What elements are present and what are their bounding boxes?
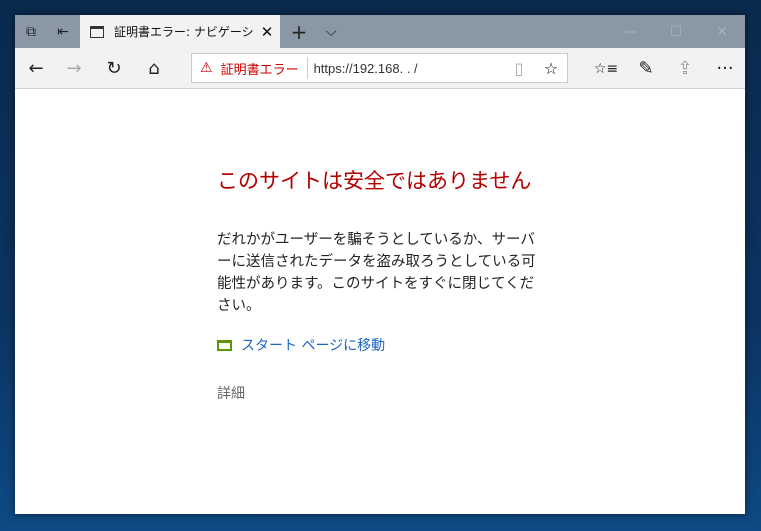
start-page-label: スタート ページに移動 (241, 338, 386, 354)
description-line: 能性があります。このサイトをすぐに閉じてくだ (217, 276, 535, 292)
url-text[interactable]: https://192.168. . / (308, 61, 503, 76)
details-link[interactable]: 詳細 (217, 383, 557, 403)
forward-button[interactable]: → (55, 48, 93, 89)
new-tab-button[interactable]: + (283, 15, 315, 48)
tab-title: 証明書エラー: ナビゲーション (114, 25, 254, 39)
reading-view-icon[interactable]: ▯ (503, 59, 535, 78)
start-page-icon (217, 339, 232, 351)
back-button[interactable]: ← (17, 48, 55, 89)
description-line: ーに送信されたデータを盗み取ろうとしている可 (217, 254, 536, 270)
maximize-button[interactable]: ☐ (653, 15, 699, 48)
error-description: だれかがユーザーを騙そうとしているか、サーバ ーに送信されたデータを盗み取ろうと… (217, 229, 557, 317)
tab-active[interactable]: 証明書エラー: ナビゲーション ✕ (80, 15, 280, 48)
certificate-error-label: 証明書エラー (220, 62, 299, 78)
set-tabs-aside-icon[interactable]: ⇤ (47, 15, 79, 48)
error-content: このサイトは安全ではありません だれかがユーザーを騙そうとしているか、サーバ ー… (217, 165, 557, 403)
tab-preview-icon[interactable]: ⧉ (15, 15, 47, 48)
description-line: さい。 (217, 298, 261, 314)
home-button[interactable]: ⌂ (135, 48, 173, 89)
navigation-bar: ← → ↻ ⌂ ⚠ 証明書エラー https://192.168. . / ▯ … (15, 48, 745, 89)
more-button[interactable]: ··· (706, 48, 744, 89)
share-button[interactable]: ⇪ (666, 48, 704, 89)
favorite-star-icon[interactable]: ☆ (535, 59, 567, 78)
close-tab-icon[interactable]: ✕ (254, 23, 280, 41)
favorites-hub-button[interactable]: ☆≡ (587, 48, 625, 89)
minimize-button[interactable]: — (607, 15, 653, 48)
title-bar: ⧉ ⇤ 証明書エラー: ナビゲーション ✕ + ⌵ — ☐ ✕ (15, 15, 745, 48)
tab-list-chevron-icon[interactable]: ⌵ (315, 15, 347, 48)
address-bar[interactable]: ⚠ 証明書エラー https://192.168. . / ▯ ☆ (191, 53, 568, 83)
web-note-button[interactable]: ✎ (627, 48, 665, 89)
refresh-button[interactable]: ↻ (95, 48, 133, 89)
go-to-start-page-link[interactable]: スタート ページに移動 (217, 335, 557, 355)
page-heading: このサイトは安全ではありません (217, 169, 532, 193)
browser-window: ⧉ ⇤ 証明書エラー: ナビゲーション ✕ + ⌵ — ☐ ✕ ← → ↻ ⌂ … (15, 15, 745, 514)
page-icon (90, 25, 104, 38)
description-line: だれかがユーザーを騙そうとしているか、サーバ (217, 232, 535, 248)
close-window-button[interactable]: ✕ (699, 15, 745, 48)
certificate-error-indicator[interactable]: ⚠ 証明書エラー (192, 57, 308, 79)
warning-icon: ⚠ (200, 60, 213, 76)
